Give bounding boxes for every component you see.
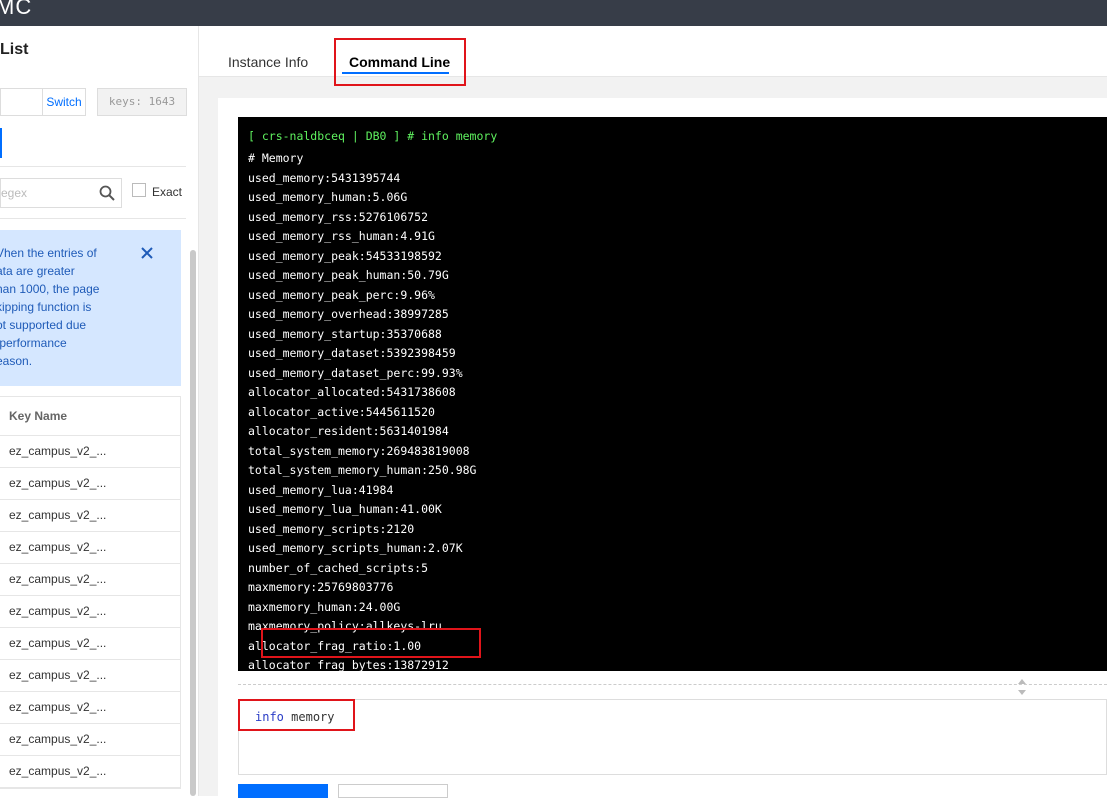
- terminal-line: used_memory_dataset_perc:99.93%: [248, 365, 463, 380]
- exact-checkbox[interactable]: [132, 183, 146, 197]
- table-row[interactable]: ez_campus_v2_...: [0, 596, 180, 628]
- notice-line-4: kipping function is: [0, 300, 92, 314]
- tab-bar: Instance Info Command Line: [199, 26, 1107, 86]
- table-row[interactable]: ez_campus_v2_...: [0, 660, 180, 692]
- terminal-line: used_memory_rss:5276106752: [248, 209, 429, 224]
- terminal-line: total_system_memory:269483819008: [248, 443, 470, 458]
- terminal-line: # Memory: [248, 151, 304, 165]
- highlight-box: [261, 628, 481, 658]
- app-brand: MC: [0, 0, 33, 19]
- primary-button[interactable]: [0, 128, 2, 158]
- notice-line-5: ot supported due: [0, 318, 87, 332]
- terminal-output: [ crs-naldbceq | DB0 ] # info memory # M…: [238, 117, 1107, 671]
- notice-text: Vhen the entries of ata are greater han …: [0, 244, 126, 370]
- table-row[interactable]: ez_campus_v2_...: [0, 468, 180, 500]
- highlight-box: [334, 38, 466, 86]
- notice-line-6: performance: [0, 336, 67, 350]
- notice-line-7: eason.: [0, 354, 33, 368]
- terminal-line: used_memory_lua:41984: [248, 482, 394, 497]
- table-row[interactable]: ez_campus_v2_...: [0, 692, 180, 724]
- db-select-input[interactable]: [0, 88, 42, 116]
- notice-line-2: ata are greater: [0, 264, 75, 278]
- vertical-scrollbar[interactable]: [190, 250, 196, 796]
- panel-title: List: [0, 41, 29, 58]
- main-area: Instance Info Command Line [ crs-naldbce…: [199, 26, 1107, 798]
- terminal-line: used_memory_dataset:5392398459: [248, 346, 456, 360]
- key-table: Key Name ez_campus_v2_... ez_campus_v2_..…: [0, 396, 181, 789]
- table-row[interactable]: ez_campus_v2_...: [0, 724, 180, 756]
- divider: [0, 218, 186, 219]
- terminal-line: allocator_frag_bytes:13872912: [248, 658, 449, 671]
- resize-divider[interactable]: [238, 684, 1107, 685]
- terminal-line: used_memory:5431395744: [248, 170, 401, 185]
- key-list-panel: List Switch keys: 1643 egex Exact Vhen t…: [0, 26, 199, 796]
- table-row[interactable]: ez_campus_v2_...: [0, 564, 180, 596]
- table-row[interactable]: ez_campus_v2_...: [0, 756, 180, 788]
- resize-arrows-icon[interactable]: [1017, 677, 1027, 697]
- top-bar: MC: [0, 0, 1107, 26]
- terminal-line: maxmemory_human:24.00G: [248, 599, 401, 614]
- keys-count-badge: keys: 1643: [97, 88, 187, 116]
- terminal-line: used_memory_overhead:38997285: [248, 307, 449, 321]
- terminal-line: used_memory_scripts:2120: [248, 521, 415, 536]
- terminal-line: used_memory_human:5.06G: [248, 190, 408, 204]
- search-icon[interactable]: [99, 185, 115, 201]
- terminal-line: used_memory_startup:35370688: [248, 326, 442, 341]
- exact-label: Exact: [152, 185, 183, 199]
- terminal-line: number_of_cached_scripts:5: [248, 560, 429, 575]
- terminal-line: used_memory_lua_human:41.00K: [248, 502, 442, 516]
- close-icon[interactable]: [140, 246, 154, 260]
- tab-instance-info[interactable]: Instance Info: [228, 54, 308, 70]
- command-line-card: [ crs-naldbceq | DB0 ] # info memory # M…: [218, 98, 1107, 798]
- terminal-line: used_memory_scripts_human:2.07K: [248, 541, 463, 555]
- regex-placeholder: egex: [1, 186, 28, 200]
- regex-search-input[interactable]: egex: [0, 178, 122, 208]
- terminal-line: used_memory_rss_human:4.91G: [248, 229, 435, 243]
- terminal-line: maxmemory:25769803776: [248, 580, 394, 594]
- switch-button[interactable]: Switch: [42, 88, 86, 116]
- terminal-line: used_memory_peak:54533198592: [248, 248, 442, 263]
- table-row[interactable]: ez_campus_v2_...: [0, 532, 180, 564]
- terminal-line: total_system_memory_human:250.98G: [248, 463, 477, 477]
- terminal-line: allocator_active:5445611520: [248, 404, 435, 419]
- terminal-prompt: [ crs-naldbceq | DB0 ] # info memory: [248, 129, 498, 143]
- notice-line-1: Vhen the entries of: [0, 246, 97, 260]
- key-name-header: Key Name: [0, 397, 180, 436]
- terminal-line: allocator_resident:5631401984: [248, 424, 449, 438]
- terminal-line: used_memory_peak_human:50.79G: [248, 268, 449, 282]
- command-input[interactable]: info memory: [238, 699, 1107, 775]
- table-row[interactable]: ez_campus_v2_...: [0, 436, 180, 468]
- terminal-line: used_memory_peak_perc:9.96%: [248, 287, 435, 302]
- table-row[interactable]: ez_campus_v2_...: [0, 500, 180, 532]
- info-notice: Vhen the entries of ata are greater han …: [0, 230, 181, 386]
- divider: [0, 166, 186, 167]
- highlight-box: [238, 699, 355, 731]
- notice-line-3: han 1000, the page: [0, 282, 100, 296]
- terminal-line: allocator_allocated:5431738608: [248, 385, 456, 399]
- terminal-lines: # Memory used_memory:5431395744 used_memor…: [248, 149, 476, 671]
- table-row[interactable]: ez_campus_v2_...: [0, 628, 180, 660]
